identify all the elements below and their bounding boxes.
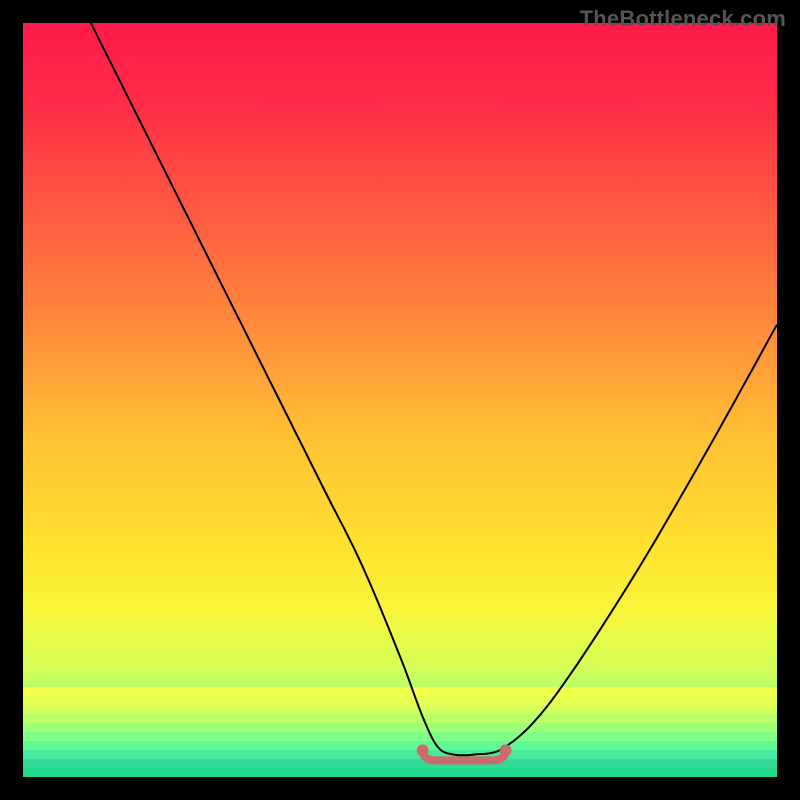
chart-stage: TheBottleneck.com xyxy=(0,0,800,800)
optimal-range-marker xyxy=(23,23,777,777)
watermark-text: TheBottleneck.com xyxy=(580,6,786,32)
plot-area xyxy=(23,23,777,777)
